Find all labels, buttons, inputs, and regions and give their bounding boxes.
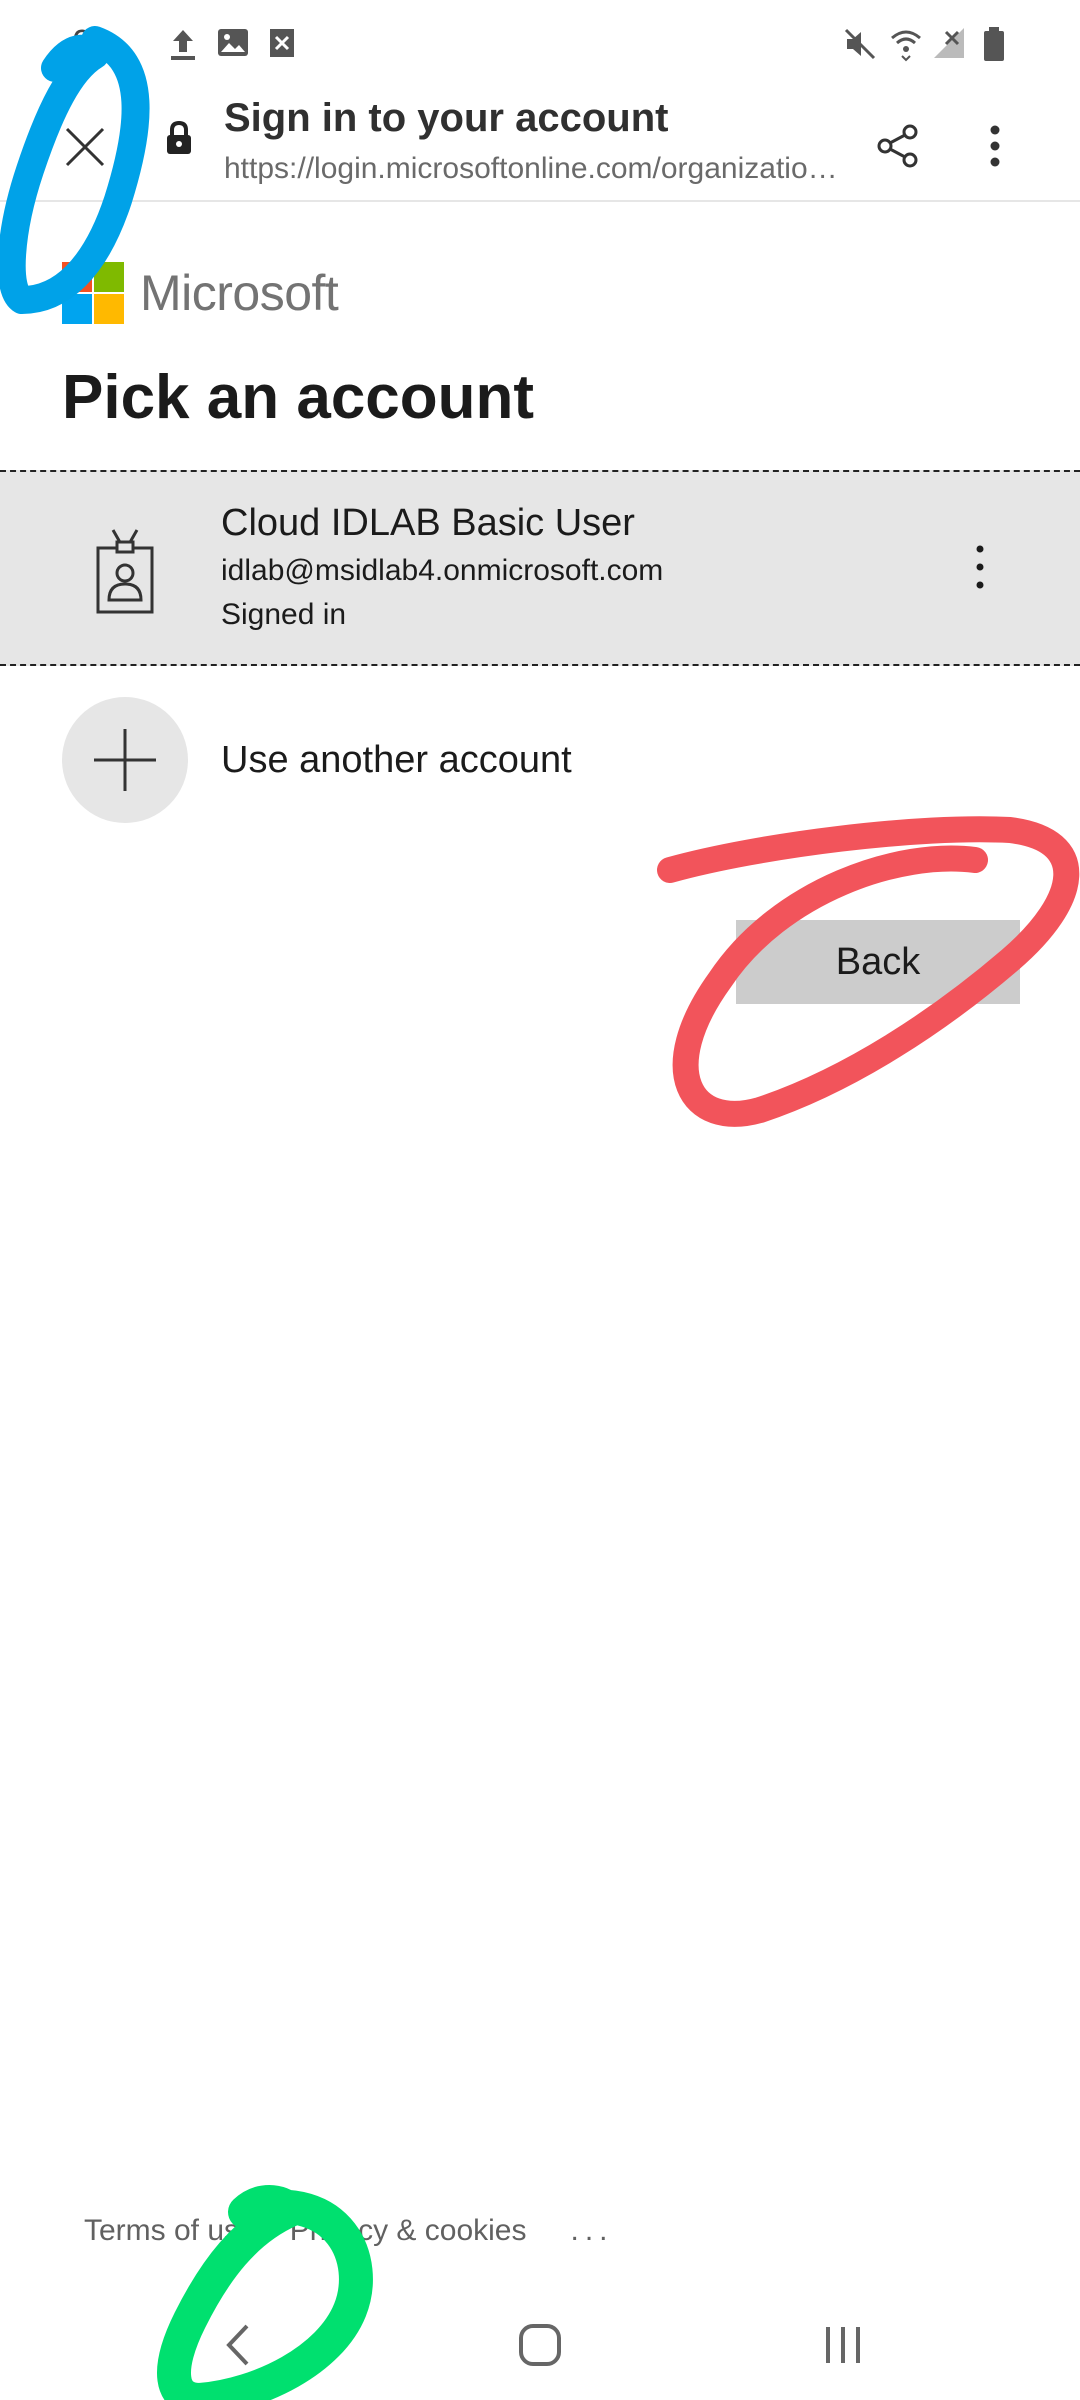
page: 06 Sign in to your account https://login… (0, 0, 1080, 2400)
use-another-account-button[interactable]: Use another account (62, 696, 1022, 824)
privacy-cookies-link[interactable]: Privacy & cookies (290, 2214, 527, 2248)
terms-of-use-link[interactable]: Terms of use (84, 2214, 256, 2248)
logo-square-red (62, 262, 92, 292)
pick-account-heading: Pick an account (62, 363, 535, 432)
account-status: Signed in (221, 598, 347, 631)
footer: Terms of use Privacy & cookies ... (84, 2214, 614, 2248)
share-button[interactable] (860, 108, 936, 184)
wifi-icon (888, 26, 924, 67)
account-name: Cloud IDLAB Basic User (221, 502, 635, 544)
lock-icon (164, 120, 194, 161)
image-icon (216, 26, 250, 65)
url-text[interactable]: https://login.microsoftonline.com/organi… (224, 152, 864, 186)
share-icon (877, 124, 918, 168)
account-tile[interactable]: Cloud IDLAB Basic User idlab@msidlab4.on… (0, 470, 1080, 666)
footer-more-button[interactable]: ... (570, 2214, 613, 2248)
close-icon (65, 127, 105, 167)
plus-icon (94, 729, 156, 791)
page-title-bar: Sign in to your account (224, 96, 669, 140)
use-another-account-label: Use another account (221, 738, 572, 781)
logo-square-yellow (94, 294, 124, 324)
account-options-button[interactable] (950, 522, 1010, 612)
battery-icon (982, 26, 1006, 67)
chevron-left-icon (226, 2324, 249, 2366)
more-vertical-icon (990, 125, 1000, 167)
status-time: 06 (72, 22, 113, 63)
mute-icon (842, 26, 878, 67)
microsoft-logo-icon (62, 262, 124, 324)
annotation-overlay (0, 26, 1080, 2400)
nav-recents-button[interactable] (798, 2305, 888, 2385)
home-icon (519, 2324, 561, 2366)
upload-icon (168, 26, 198, 67)
navigation-bar (0, 2290, 1080, 2400)
nav-home-button[interactable] (495, 2305, 585, 2385)
overflow-menu-button[interactable] (960, 108, 1030, 184)
microsoft-logo: Microsoft (62, 262, 339, 324)
browser-header: Sign in to your account https://login.mi… (0, 90, 1080, 202)
close-button[interactable] (40, 102, 130, 192)
plus-circle (62, 697, 188, 823)
microsoft-wordmark: Microsoft (140, 265, 339, 321)
logo-square-blue (62, 294, 92, 324)
back-button[interactable]: Back (736, 920, 1020, 1004)
status-bar: 06 (0, 0, 1080, 90)
recents-icon (826, 2327, 860, 2363)
signal-icon (932, 26, 966, 65)
logo-square-green (94, 262, 124, 292)
close-box-icon (266, 26, 298, 65)
account-email: idlab@msidlab4.onmicrosoft.com (221, 554, 664, 587)
nav-back-button[interactable] (193, 2305, 283, 2385)
more-vertical-icon (976, 545, 984, 589)
badge-icon (95, 528, 155, 619)
